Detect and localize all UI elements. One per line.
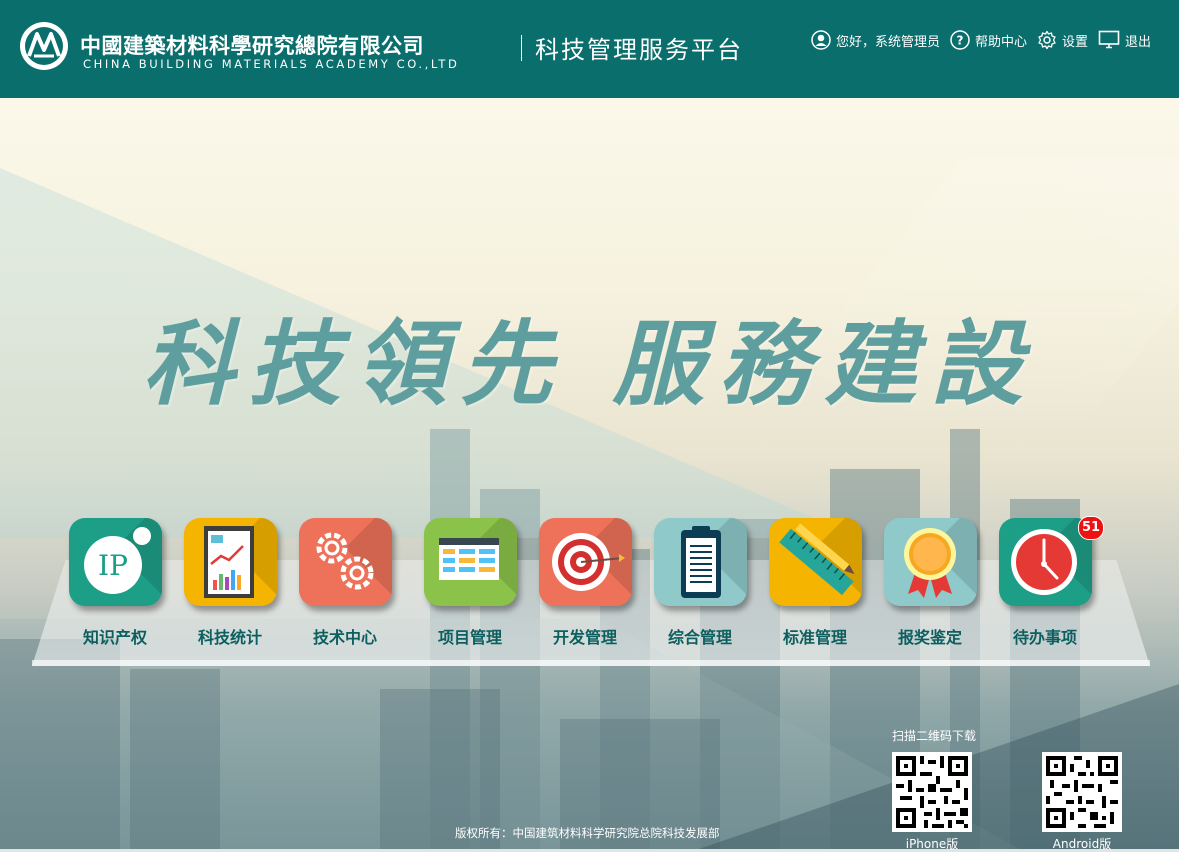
app-development-management[interactable]: 开发管理 [537, 518, 633, 648]
gear-icon [1038, 30, 1056, 50]
settings-link[interactable]: 设置 [1037, 30, 1088, 50]
app-todo-items[interactable]: 51 待办事项 [997, 516, 1104, 648]
user-profile-link[interactable]: 您好，系统管理员 [811, 30, 940, 50]
logout-link[interactable]: 退出 [1098, 30, 1151, 50]
org-name-en: CHINA BUILDING MATERIALS ACADEMY CO.,LTD [83, 57, 460, 71]
app-project-management[interactable]: 项目管理 [422, 518, 518, 648]
android-qr-code[interactable] [1042, 752, 1122, 832]
app-label: 知识产权 [82, 628, 147, 647]
chart-report-icon [183, 518, 277, 606]
org-name-cn: 中國建築材料科學研究總院有限公司 [80, 34, 424, 58]
top-header: 中國建築材料科學研究總院有限公司 CHINA BUILDING MATERIAL… [0, 0, 1179, 98]
svg-text:IP: IP [98, 549, 128, 582]
app-label: 报奖鉴定 [897, 628, 962, 647]
app-label: 待办事项 [1012, 628, 1077, 647]
platform-title: 科技管理服务平台 [535, 36, 743, 64]
app-label: 项目管理 [437, 628, 502, 647]
help-center-label: 帮助中心 [974, 34, 1027, 50]
help-center-link[interactable]: ? 帮助中心 [950, 30, 1027, 50]
hero-slogan: 科技領先 服務建設 [142, 310, 1037, 418]
award-medal-icon [883, 518, 977, 606]
target-icon [538, 518, 632, 606]
app-label: 开发管理 [552, 628, 617, 647]
help-icon: ? [950, 30, 970, 50]
svg-text:?: ? [956, 34, 963, 48]
app-standards-management[interactable]: 标准管理 [767, 518, 863, 648]
user-greeting: 您好，系统管理员 [835, 34, 940, 50]
gears-icon [298, 518, 392, 606]
app-tech-statistics[interactable]: 科技统计 [182, 518, 278, 648]
app-launcher: IP 知识产权 科技统计 技术中心 项目管理 开发管理 综合管理 标准管理 报奖… [67, 516, 1167, 648]
android-label: Android版 [1052, 837, 1112, 851]
clipboard-icon [653, 518, 747, 606]
logout-label: 退出 [1124, 34, 1151, 50]
ruler-pencil-icon [768, 518, 862, 606]
copyright-text: 版权所有：中国建筑材料科学研究院总院科技发展部 [455, 826, 720, 840]
app-label: 综合管理 [667, 628, 732, 647]
app-award-appraisal[interactable]: 报奖鉴定 [882, 518, 978, 648]
settings-label: 设置 [1061, 34, 1088, 50]
todo-count-badge: 51 [1078, 516, 1104, 540]
project-board-icon [423, 518, 517, 606]
app-label: 技术中心 [312, 628, 377, 647]
app-tech-center[interactable]: 技术中心 [297, 518, 393, 648]
hero-background [0, 98, 1179, 849]
app-general-management[interactable]: 综合管理 [652, 518, 748, 648]
app-intellectual-property[interactable]: IP 知识产权 [67, 518, 163, 648]
app-label: 标准管理 [782, 628, 847, 647]
app-label: 科技统计 [197, 628, 262, 647]
header-divider [521, 35, 522, 61]
iphone-label: iPhone版 [905, 837, 959, 851]
ip-icon: IP [68, 518, 162, 606]
iphone-qr-code[interactable] [892, 752, 972, 832]
app-shelf-edge [32, 660, 1150, 666]
user-nav: 您好，系统管理员 ? 帮助中心 设置 退出 [811, 30, 1151, 50]
monitor-icon [1098, 30, 1120, 49]
download-title: 扫描二维码下载 [892, 729, 977, 743]
user-icon [811, 30, 831, 50]
company-logo-icon [20, 22, 68, 70]
